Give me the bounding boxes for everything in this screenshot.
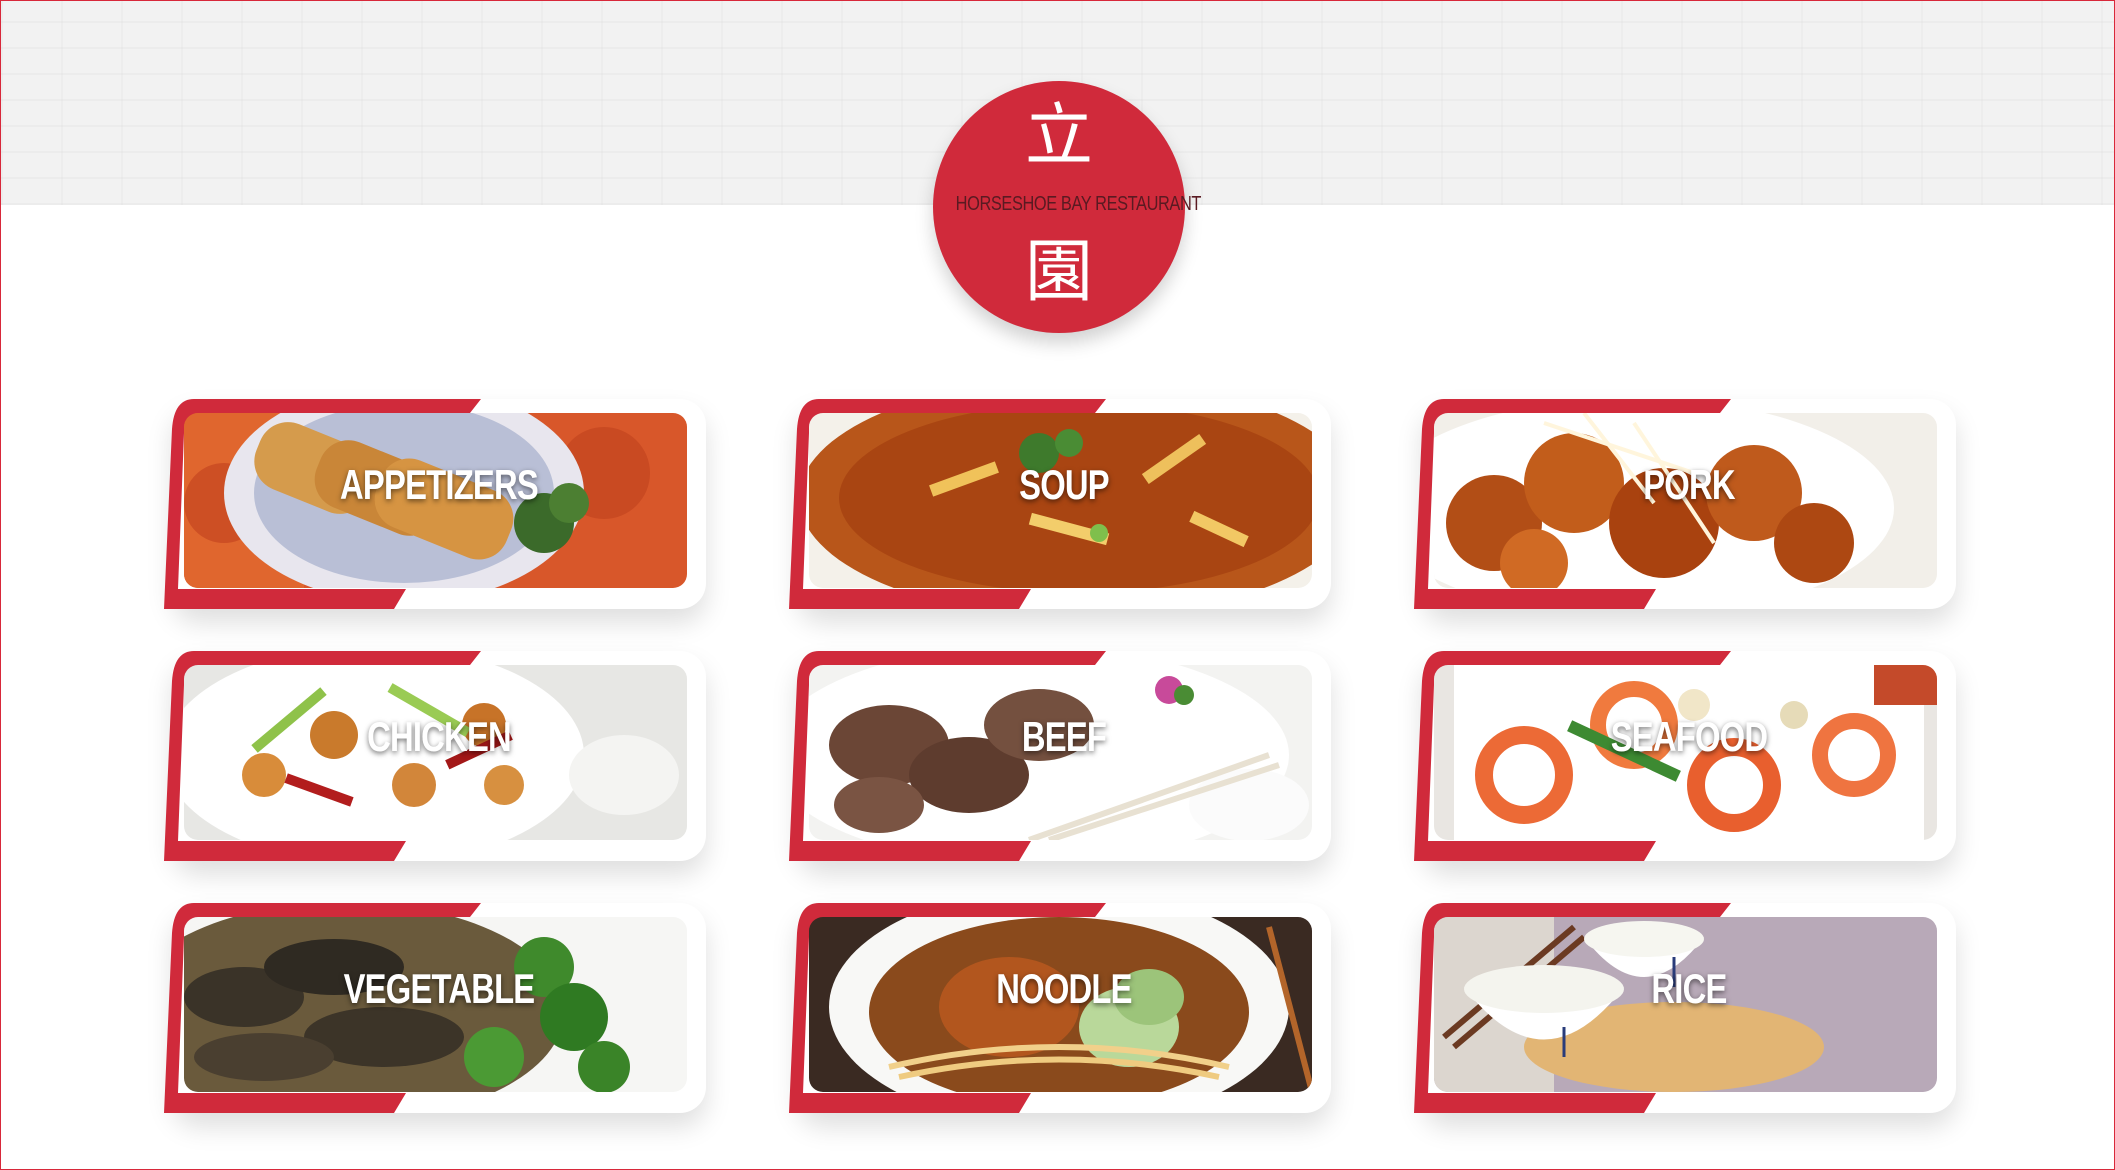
category-label: VEGETABLE	[343, 965, 536, 1012]
category-label: BEEF	[1021, 713, 1107, 760]
restaurant-logo[interactable]: 立 HORSESHOE BAY RESTAURANT 園	[933, 81, 1202, 333]
menu-card-noodle[interactable]: NOODLE	[789, 903, 1339, 1113]
menu-card-appetizers[interactable]: APPETIZERS	[164, 399, 714, 609]
menu-card-pork[interactable]: PORK	[1414, 399, 1964, 609]
menu-card-beef[interactable]: BEEF	[789, 651, 1339, 861]
logo-glyph-bottom: 園	[1024, 233, 1093, 312]
restaurant-name: HORSESHOE BAY RESTAURANT	[955, 193, 1202, 215]
category-label: RICE	[1651, 965, 1727, 1012]
menu-card-vegetable[interactable]: VEGETABLE	[164, 903, 714, 1113]
category-label: SOUP	[1019, 461, 1110, 508]
menu-card-soup[interactable]: SOUP	[789, 399, 1339, 609]
category-label: NOODLE	[996, 965, 1132, 1012]
menu-card-chicken[interactable]: CHICKEN	[164, 651, 714, 861]
category-label: SEAFOOD	[1610, 713, 1768, 760]
menu-card-seafood[interactable]: SEAFOOD	[1414, 651, 1964, 861]
menu-card-rice[interactable]: RICE	[1414, 903, 1964, 1113]
category-label: CHICKEN	[367, 713, 512, 760]
logo-glyph-top: 立	[1024, 97, 1093, 176]
category-label: APPETIZERS	[340, 461, 539, 508]
category-label: PORK	[1643, 461, 1735, 508]
